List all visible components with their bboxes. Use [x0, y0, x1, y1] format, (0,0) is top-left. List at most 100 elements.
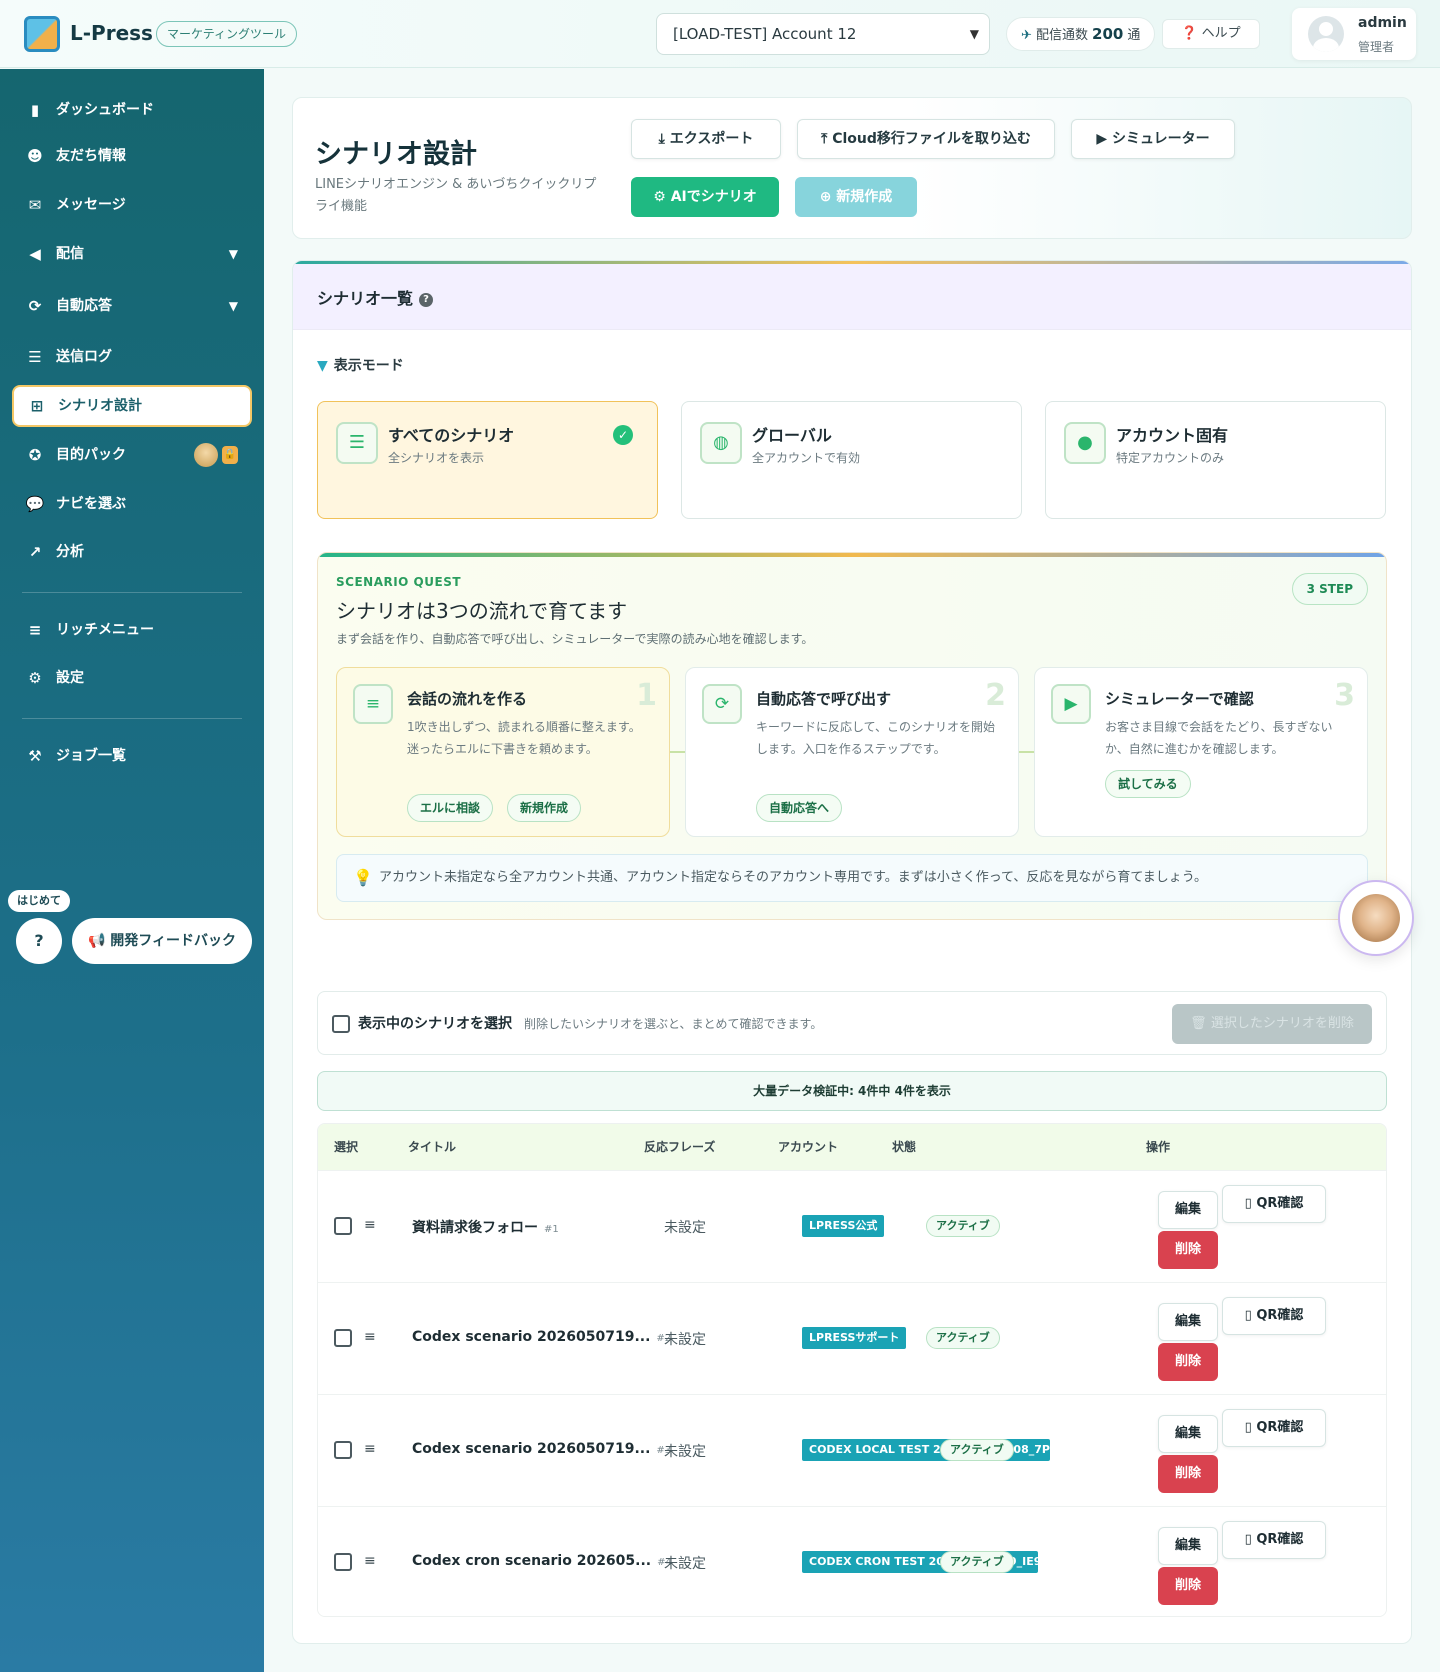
step-title: 自動応答で呼び出す — [756, 690, 892, 708]
sidebar-item-messages[interactable]: ✉ メッセージ — [12, 184, 252, 226]
phone-icon: ▯ — [1244, 1196, 1257, 1211]
edit-button[interactable]: 編集 — [1158, 1303, 1218, 1341]
bulk-delete-button[interactable]: 🗑 選択したシナリオを削除 — [1172, 1004, 1372, 1044]
help-label: ヘルプ — [1201, 26, 1241, 41]
sidebar-item-analytics[interactable]: ↗ 分析 — [12, 531, 252, 573]
row-title[interactable]: Codex cron scenario 202605... #4 — [412, 1553, 672, 1569]
sidebar-item-dashboard[interactable]: ▮ ダッシュボード — [12, 89, 252, 131]
row-title[interactable]: Codex scenario 2026050719... #3 — [412, 1441, 671, 1457]
brand-name[interactable]: L-Press — [70, 21, 153, 45]
sidebar-item-send-log[interactable]: ☰ 送信ログ — [12, 336, 252, 378]
ai-scenario-label: AIでシナリオ — [670, 189, 757, 205]
row-checkbox[interactable] — [334, 1553, 352, 1571]
user-menu[interactable]: admin 管理者 — [1292, 8, 1416, 60]
col-phrase[interactable]: 反応フレーズ — [644, 1124, 715, 1170]
chevron-down-icon: ▼ — [228, 247, 238, 261]
go-auto-reply-button[interactable]: 自動応答へ — [756, 794, 843, 822]
badge-icon: ✪ — [28, 446, 42, 464]
quest-note: 💡 アカウント未指定なら全アカウント共通、アカウント指定ならそのアカウント専用です… — [336, 854, 1368, 902]
sidebar-item-label: ナビを選ぶ — [56, 496, 126, 512]
sidebar-item-rich-menu[interactable]: ≡ リッチメニュー — [12, 609, 252, 651]
feedback-button[interactable]: 📢 開発フィードバック — [72, 918, 252, 964]
delete-button[interactable]: 削除 — [1158, 1567, 1218, 1605]
question-icon: ❓ — [1181, 26, 1202, 41]
account-select[interactable]: [LOAD-TEST] Account 12 ▼ — [656, 13, 990, 55]
drag-handle-icon[interactable]: ≡ — [364, 1329, 376, 1345]
sync-icon: ⟳ — [702, 684, 742, 724]
select-all-checkbox[interactable] — [332, 1015, 350, 1033]
list-icon: ☰ — [28, 348, 42, 366]
sync-icon: ⟳ — [28, 297, 42, 315]
delete-button[interactable]: 削除 — [1158, 1231, 1218, 1269]
mode-desc: 特定アカウントのみ — [1116, 451, 1225, 465]
help-circle-button[interactable]: ? — [16, 918, 62, 964]
edit-button[interactable]: 編集 — [1158, 1191, 1218, 1229]
try-button[interactable]: 試してみる — [1105, 770, 1191, 798]
sidebar-item-label: リッチメニュー — [56, 622, 154, 638]
sidebar-item-scenario[interactable]: ⊞ シナリオ設計 — [12, 385, 252, 427]
qr-button[interactable]: ▯ QR確認 — [1222, 1409, 1326, 1447]
qr-button[interactable]: ▯ QR確認 — [1222, 1297, 1326, 1335]
sidebar-item-settings[interactable]: ⚙ 設定 — [12, 657, 252, 699]
row-checkbox[interactable] — [334, 1217, 352, 1235]
qr-label: QR確認 — [1256, 1532, 1304, 1547]
sidebar-item-purpose-pack[interactable]: ✪ 目的パック 🔒 — [12, 434, 252, 476]
sidebar-item-label: 配信 — [56, 246, 84, 262]
edit-button[interactable]: 編集 — [1158, 1415, 1218, 1453]
table-header: 選択 タイトル 反応フレーズ アカウント 状態 操作 — [318, 1124, 1386, 1170]
line-chart-icon: ↗ — [28, 543, 42, 561]
col-account[interactable]: アカウント — [778, 1124, 838, 1170]
menu-icon: ≡ — [28, 621, 42, 639]
delete-button[interactable]: 削除 — [1158, 1455, 1218, 1493]
export-button[interactable]: ⤓ エクスポート — [631, 119, 781, 159]
mode-account[interactable]: ● アカウント固有 特定アカウントのみ — [1045, 401, 1386, 519]
ai-scenario-button[interactable]: ⚙ AIでシナリオ — [631, 177, 779, 217]
drag-handle-icon[interactable]: ≡ — [364, 1217, 376, 1233]
col-title[interactable]: タイトル — [408, 1124, 456, 1170]
sidebar-item-jobs[interactable]: ⚒ ジョブ一覧 — [12, 735, 252, 777]
drag-handle-icon[interactable]: ≡ — [364, 1441, 376, 1457]
ask-el-button[interactable]: エルに相談 — [407, 794, 494, 822]
row-title[interactable]: Codex scenario 2026050719... #2 — [412, 1329, 671, 1345]
mode-all[interactable]: ☰ すべてのシナリオ 全シナリオを表示 ✓ — [317, 401, 658, 519]
sidebar-item-friends[interactable]: ☻ 友だち情報 — [12, 135, 252, 177]
row-title-text: 資料請求後フォロー — [412, 1220, 538, 1236]
select-hint: 削除したいシナリオを選ぶと、まとめて確認できます。 — [524, 1017, 823, 1031]
row-id: #1 — [544, 1224, 559, 1235]
sidebar-item-label: メッセージ — [56, 197, 126, 213]
onboarding-badge[interactable]: はじめて — [8, 890, 70, 912]
create-button[interactable]: ⊕ 新規作成 — [795, 177, 917, 217]
sidebar-item-label: ジョブ一覧 — [56, 748, 126, 764]
col-status[interactable]: 状態 — [892, 1124, 916, 1170]
row-title[interactable]: 資料請求後フォロー #1 — [412, 1217, 559, 1237]
drag-handle-icon[interactable]: ≡ — [364, 1553, 376, 1569]
filter-icon: ▼ — [317, 358, 328, 374]
row-checkbox[interactable] — [334, 1441, 352, 1459]
sidebar-item-broadcast[interactable]: ◀ 配信 ▼ — [12, 233, 252, 275]
chevron-down-icon: ▼ — [969, 27, 979, 41]
mode-desc: 全シナリオを表示 — [388, 451, 485, 465]
row-checkbox[interactable] — [334, 1329, 352, 1347]
row-title-text: Codex cron scenario 202605... — [412, 1553, 652, 1569]
row-title-text: Codex scenario 2026050719... — [412, 1329, 651, 1345]
sidebar-item-auto-reply[interactable]: ⟳ 自動応答 ▼ — [12, 285, 252, 327]
scenario-quest-panel: SCENARIO QUEST シナリオは3つの流れで育てます まず会話を作り、自… — [317, 552, 1387, 920]
chevron-down-icon: ▼ — [228, 299, 238, 313]
load-notice: 大量データ検証中: 4件中 4件を表示 — [317, 1071, 1387, 1111]
question-icon[interactable]: ? — [419, 292, 434, 307]
sidebar-item-navi[interactable]: 💬 ナビを選ぶ — [12, 483, 252, 525]
step-desc: キーワードに反応して、このシナリオを開始します。入口を作るステップです。 — [756, 720, 996, 756]
mode-global[interactable]: ◍ グローバル 全アカウントで有効 — [681, 401, 1022, 519]
qr-button[interactable]: ▯ QR確認 — [1222, 1185, 1326, 1223]
edit-button[interactable]: 編集 — [1158, 1527, 1218, 1565]
step-desc: お客さま目線で会話をたどり、長すぎないか、自然に進むかを確認します。 — [1105, 720, 1333, 756]
app-logo[interactable] — [24, 16, 60, 52]
help-button[interactable]: ❓ ヘルプ — [1162, 19, 1260, 49]
assistant-avatar-button[interactable] — [1338, 880, 1414, 956]
import-button[interactable]: ⤒ Cloud移行ファイルを取り込む — [797, 119, 1055, 159]
qr-button[interactable]: ▯ QR確認 — [1222, 1521, 1326, 1559]
simulator-button[interactable]: ▶ シミュレーター — [1071, 119, 1235, 159]
quest-step-2: ⟳ 自動応答で呼び出す 2 キーワードに反応して、このシナリオを開始します。入口… — [685, 667, 1019, 837]
step-create-button[interactable]: 新規作成 — [507, 794, 582, 822]
delete-button[interactable]: 削除 — [1158, 1343, 1218, 1381]
